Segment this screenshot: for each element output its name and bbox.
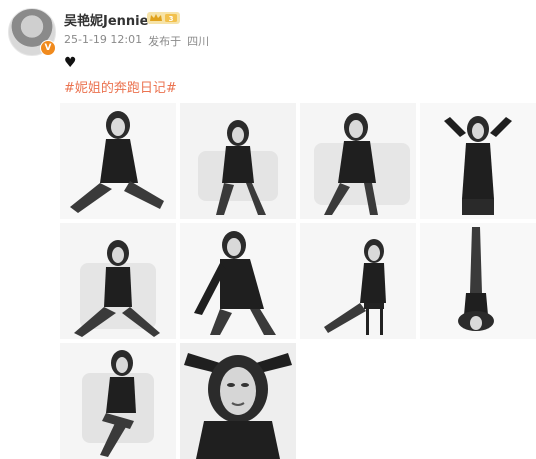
photo-5-image: [60, 223, 176, 339]
photo-grid: [60, 103, 536, 459]
photo-6-image: [180, 223, 296, 339]
post-meta: 25-1-19 12:01 发布于 四川: [64, 33, 209, 49]
photo-9-image: [60, 343, 176, 459]
photo-10-image: [180, 343, 296, 459]
post-source-prefix: 发布于: [148, 35, 182, 48]
vip-crown-badge-icon: 3: [147, 12, 180, 24]
photo-7-image: [300, 223, 416, 339]
post-photo-8[interactable]: [420, 223, 536, 339]
post-photo-1[interactable]: [60, 103, 176, 219]
photo-3-image: [300, 103, 416, 219]
post-photo-5[interactable]: [60, 223, 176, 339]
verified-badge-icon: V: [40, 40, 56, 56]
post-username[interactable]: 吴艳妮Jennie: [64, 10, 148, 29]
post-photo-6[interactable]: [180, 223, 296, 339]
post-location: 四川: [187, 35, 210, 48]
heart-icon: ♥: [64, 55, 77, 71]
photo-1-image: [60, 103, 176, 219]
post-date[interactable]: 25-1-19 12:01: [64, 33, 142, 49]
photo-4-image: [420, 103, 536, 219]
post-photo-10[interactable]: [180, 343, 296, 459]
post-hashtag[interactable]: #妮姐的奔跑日记#: [64, 77, 177, 96]
vip-level-number: 3: [169, 15, 174, 23]
post-photo-3[interactable]: [300, 103, 416, 219]
photo-8-image: [420, 223, 536, 339]
post-photo-9[interactable]: [60, 343, 176, 459]
post-photo-2[interactable]: [180, 103, 296, 219]
photo-2-image: [180, 103, 296, 219]
post-photo-4[interactable]: [420, 103, 536, 219]
post-photo-7[interactable]: [300, 223, 416, 339]
